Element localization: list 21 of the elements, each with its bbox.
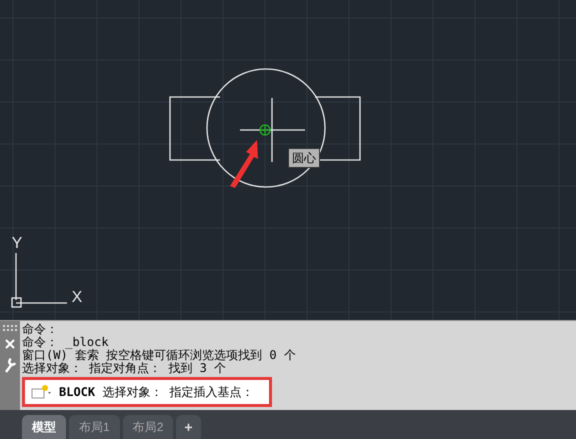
- crosshair-cursor: [240, 98, 305, 162]
- axis-label: Y: [12, 235, 22, 252]
- snap-tooltip: 圆心: [288, 148, 320, 168]
- grip-icon[interactable]: [3, 325, 17, 331]
- command-prompt-icon[interactable]: [31, 384, 53, 400]
- wrench-icon[interactable]: [3, 357, 17, 373]
- layout-tab[interactable]: 布局2: [122, 415, 174, 439]
- command-history-line: 选择对象： 指定对角点： 找到 3 个: [22, 362, 228, 375]
- close-icon[interactable]: [5, 339, 15, 349]
- layout-tab[interactable]: 布局1: [69, 415, 120, 439]
- add-tab-button[interactable]: +: [176, 415, 201, 439]
- ucs-axis-drawing: [11, 253, 67, 308]
- axis-label: X: [72, 289, 82, 306]
- command-history-line: 命令： _block: [22, 336, 110, 349]
- command-history-line: 窗口(W) 套索 按空格键可循环浏览选项找到 0 个: [22, 349, 297, 362]
- command-history-line: 命令：: [22, 323, 59, 336]
- center-snap-icon: [259, 124, 271, 136]
- layout-tab[interactable]: 模型: [22, 415, 66, 439]
- arrow-icon: [230, 140, 258, 188]
- command-text: BLOCK 选择对象： 指定插入基点：: [59, 384, 254, 401]
- command-input-field[interactable]: BLOCK 选择对象： 指定插入基点：: [22, 377, 272, 407]
